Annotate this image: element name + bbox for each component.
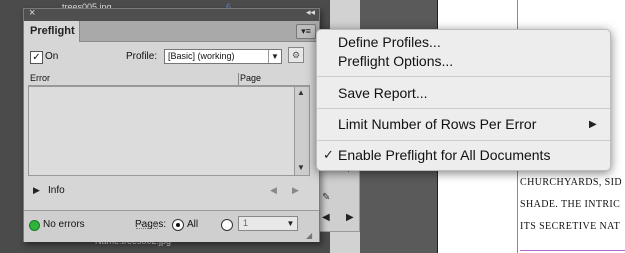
- document-text-frame[interactable]: CHURCHYARDS, SID SHADE. THE INTRIC ITS S…: [520, 172, 625, 238]
- menu-separator: [317, 76, 610, 77]
- page-range-value: 1: [243, 218, 249, 228]
- profile-value: [Basic] (working): [168, 51, 235, 61]
- document-text-line: CHURCHYARDS, SID: [520, 177, 622, 188]
- tab-preflight[interactable]: Preflight: [24, 21, 80, 42]
- preflight-flyout-menu: Define Profiles... Preflight Options... …: [316, 29, 611, 171]
- radio-selected-dot: [176, 223, 180, 227]
- chevron-down-icon: ▼: [268, 50, 281, 63]
- panel-title-bar[interactable]: × ◂◂: [24, 7, 319, 21]
- column-header-error[interactable]: Error: [30, 73, 50, 83]
- chevron-down-icon[interactable]: ▼: [285, 217, 296, 230]
- menu-item-save-report[interactable]: Save Report...: [338, 85, 428, 101]
- tab-label: Preflight: [30, 25, 75, 37]
- error-list-scrollbar[interactable]: ▲ ▼: [294, 86, 310, 176]
- status-text: No errors: [43, 219, 85, 230]
- status-indicator-icon: [29, 220, 40, 231]
- arrow-right-icon[interactable]: ▶: [346, 212, 354, 223]
- page-range-input[interactable]: 1 ▼: [238, 216, 298, 231]
- profile-select[interactable]: [Basic] (working) ▼: [164, 49, 282, 64]
- close-icon[interactable]: ×: [29, 7, 35, 19]
- panel-drag-handle[interactable]: [136, 224, 158, 229]
- column-divider[interactable]: [238, 73, 239, 85]
- scroll-up-icon[interactable]: ▲: [297, 88, 305, 97]
- resize-grip-icon[interactable]: ◢: [306, 231, 312, 240]
- menu-item-limit-rows[interactable]: Limit Number of Rows Per Error: [338, 116, 536, 132]
- define-profiles-icon[interactable]: ⚙: [288, 47, 304, 63]
- menu-item-enable-preflight-all[interactable]: Enable Preflight for All Documents: [338, 147, 550, 163]
- status-bar: No errors Pages: All 1 ▼ ◢: [24, 210, 319, 242]
- scroll-down-icon[interactable]: ▼: [297, 163, 305, 172]
- pages-all-radio[interactable]: [172, 219, 184, 231]
- document-text-line: SHADE. THE INTRIC: [520, 199, 621, 210]
- menu-item-define-profiles[interactable]: Define Profiles...: [338, 34, 441, 50]
- panel-menu-button[interactable]: ▾≡: [296, 24, 316, 39]
- pages-range-radio[interactable]: [221, 219, 233, 231]
- pages-all-label[interactable]: All: [187, 219, 198, 230]
- preflight-panel: × ◂◂ ▾≡ Preflight ✓ On Profile: [Basic] …: [23, 7, 320, 242]
- checkmark-icon: ✓: [323, 147, 334, 162]
- next-error-icon[interactable]: ▶: [292, 185, 299, 196]
- profile-label: Profile:: [126, 51, 158, 62]
- info-label[interactable]: Info: [48, 185, 65, 196]
- margin-guide-bottom: [520, 250, 625, 251]
- column-header-page[interactable]: Page: [240, 73, 261, 83]
- submenu-arrow-icon: ▶: [589, 119, 597, 130]
- document-text-line: ITS SECRETIVE NAT: [520, 221, 621, 232]
- menu-separator: [317, 108, 610, 109]
- menu-separator: [317, 140, 610, 141]
- arrow-left-icon[interactable]: ◀: [322, 212, 330, 223]
- error-list[interactable]: [28, 86, 295, 176]
- on-checkbox[interactable]: ✓: [30, 51, 43, 64]
- menu-item-preflight-options[interactable]: Preflight Options...: [338, 53, 453, 69]
- pen-icon[interactable]: ✎: [322, 192, 330, 203]
- previous-error-icon[interactable]: ◀: [270, 185, 277, 196]
- error-list-header: Error Page: [28, 73, 310, 86]
- info-disclosure-icon[interactable]: ▶: [33, 185, 40, 196]
- on-label: On: [45, 51, 59, 62]
- collapse-icon[interactable]: ◂◂: [306, 7, 315, 18]
